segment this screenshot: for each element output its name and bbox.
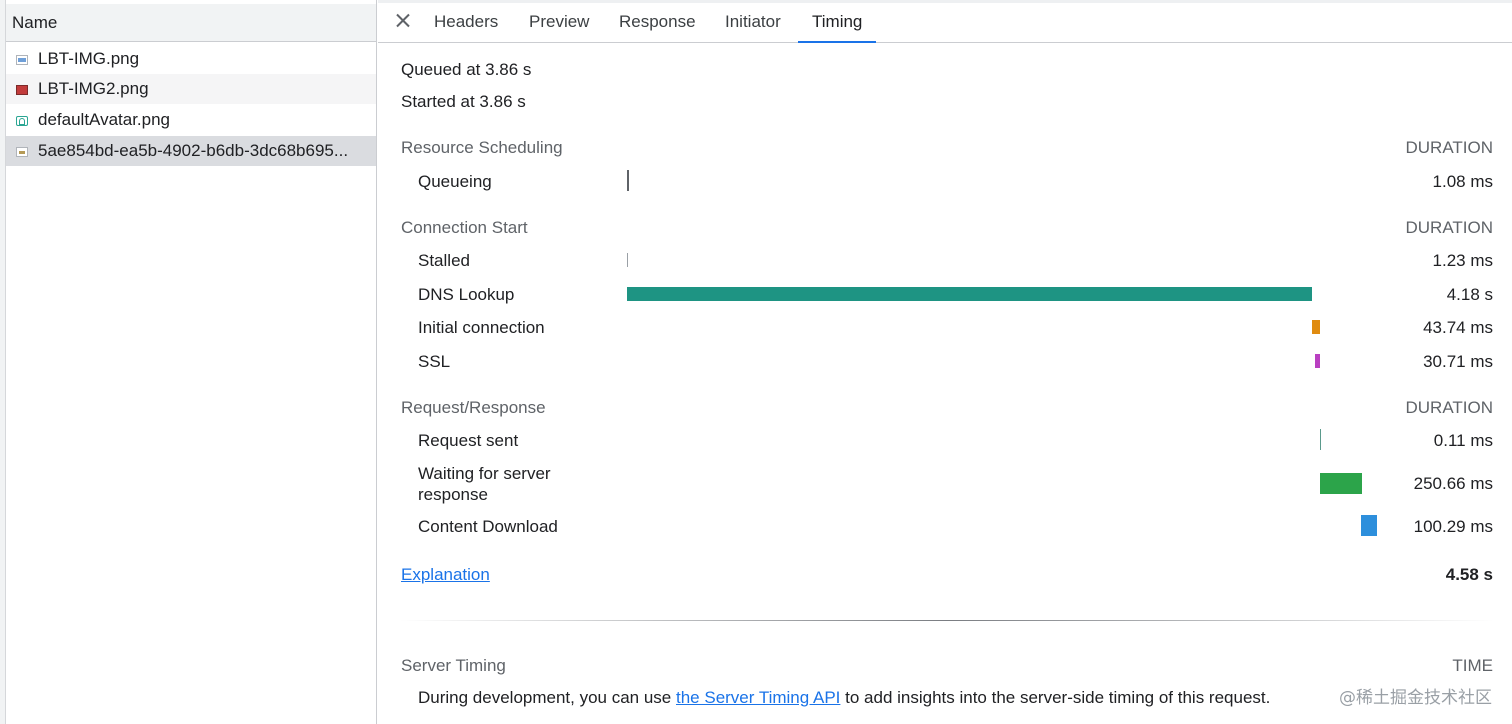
timing-value-request-sent: 0.11 ms (1433, 431, 1493, 450)
server-timing-text-before: During development, you can use (418, 688, 676, 707)
duration-header: DURATION (1405, 138, 1493, 157)
request-name: LBT-IMG.png (38, 49, 140, 68)
timing-label-ssl: SSL (418, 352, 451, 371)
dns-lookup-bar (627, 287, 1312, 301)
server-timing-description: During development, you can use the Serv… (418, 688, 1270, 708)
request-name: 5ae854bd-ea5b-4902-b6db-3dc68b695... (38, 141, 349, 160)
section-title-request-response: Request/Response (401, 398, 546, 417)
tab-response[interactable]: Response (619, 0, 696, 43)
timing-label-queueing: Queueing (418, 172, 492, 191)
request-row[interactable]: LBT-IMG.png (6, 44, 376, 74)
request-name: LBT-IMG2.png (38, 79, 149, 98)
ssl-bar (1315, 354, 1320, 368)
time-header: TIME (1452, 656, 1493, 675)
timing-value-content-download: 100.29 ms (1413, 517, 1493, 536)
timing-label-initial-connection: Initial connection (418, 318, 545, 337)
timing-label-dns-lookup: DNS Lookup (418, 285, 515, 304)
image-file-icon (16, 55, 28, 65)
duration-header: DURATION (1405, 218, 1493, 237)
server-timing-text-after: to add insights into the server-side tim… (840, 688, 1271, 707)
request-details-panel: Headers Preview Response Initiator Timin… (378, 0, 1512, 724)
request-name: defaultAvatar.png (38, 110, 171, 129)
section-title-server-timing: Server Timing (401, 656, 506, 675)
explanation-link[interactable]: Explanation (401, 565, 490, 585)
server-timing-api-link[interactable]: the Server Timing API (676, 688, 840, 707)
request-list-panel: Name LBT-IMG.png LBT-IMG2.png defaultAva… (0, 0, 377, 724)
name-column-header[interactable]: Name (6, 4, 376, 42)
timing-value-dns-lookup: 4.18 s (1446, 285, 1493, 304)
image-file-icon (16, 85, 28, 95)
timing-value-waiting: 250.66 ms (1413, 474, 1493, 493)
tab-initiator[interactable]: Initiator (725, 0, 781, 43)
queueing-bar (627, 170, 629, 191)
close-icon[interactable] (392, 10, 414, 32)
section-title-connection-start: Connection Start (401, 218, 528, 237)
watermark: @稀土掘金技术社区 (1339, 688, 1492, 708)
initial-connection-bar (1312, 320, 1320, 334)
queued-at: Queued at 3.86 s (401, 60, 532, 79)
request-sent-bar (1320, 429, 1321, 450)
image-file-icon (16, 116, 28, 126)
timing-label-content-download: Content Download (418, 517, 558, 536)
timing-value-stalled: 1.23 ms (1432, 251, 1493, 270)
timing-value-queueing: 1.08 ms (1432, 172, 1493, 191)
section-title-resource-scheduling: Resource Scheduling (401, 138, 563, 157)
timing-value-ssl: 30.71 ms (1423, 352, 1493, 371)
image-file-icon (16, 147, 28, 157)
waiting-bar (1320, 473, 1362, 494)
timing-value-initial-connection: 43.74 ms (1423, 318, 1493, 337)
tab-preview[interactable]: Preview (529, 0, 589, 43)
tab-headers[interactable]: Headers (434, 0, 498, 43)
request-row-selected[interactable]: 5ae854bd-ea5b-4902-b6db-3dc68b695... (6, 136, 376, 166)
duration-header: DURATION (1405, 398, 1493, 417)
details-tabbar: Headers Preview Response Initiator Timin… (378, 0, 1512, 43)
request-row[interactable]: LBT-IMG2.png (6, 74, 376, 104)
started-at: Started at 3.86 s (401, 92, 526, 111)
tab-timing[interactable]: Timing (798, 0, 877, 43)
section-divider (400, 620, 1494, 621)
timing-view: Queued at 3.86 s Started at 3.86 s Resou… (378, 43, 1512, 724)
stalled-bar (627, 253, 628, 267)
timing-label-stalled: Stalled (418, 251, 470, 270)
timing-label-request-sent: Request sent (418, 431, 519, 450)
content-download-bar (1361, 515, 1377, 536)
timing-label-waiting: Waiting for server response (418, 464, 551, 504)
total-duration: 4.58 s (1445, 565, 1493, 584)
request-row[interactable]: defaultAvatar.png (6, 105, 376, 135)
